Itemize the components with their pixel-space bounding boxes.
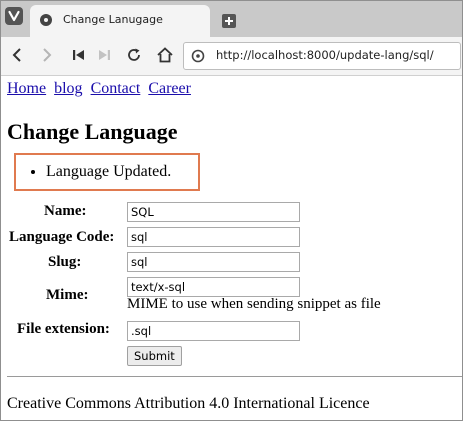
tab-strip: Change Lanugage bbox=[1, 1, 462, 37]
browser-toolbar: http://localhost:8000/update-lang/sql/ bbox=[1, 37, 462, 76]
tab-active[interactable]: Change Lanugage bbox=[30, 5, 210, 37]
rewind-icon[interactable] bbox=[69, 45, 89, 65]
submit-button[interactable]: Submit bbox=[127, 346, 182, 366]
slug-input[interactable] bbox=[127, 252, 300, 272]
vivaldi-logo-icon[interactable] bbox=[5, 7, 23, 25]
success-message: Language Updated. bbox=[46, 163, 171, 181]
globe-icon bbox=[40, 14, 52, 26]
address-bar[interactable]: http://localhost:8000/update-lang/sql/ bbox=[183, 42, 461, 70]
slug-label: Slug: bbox=[48, 254, 82, 270]
messages-highlight: Language Updated. bbox=[14, 153, 200, 191]
footer-licence: Creative Commons Attribution 4.0 Interna… bbox=[7, 395, 370, 412]
footer-divider bbox=[7, 376, 462, 377]
name-label: Name: bbox=[44, 203, 87, 219]
home-icon[interactable] bbox=[155, 45, 175, 65]
language-code-input[interactable] bbox=[127, 227, 300, 247]
forward-icon[interactable] bbox=[37, 45, 57, 65]
site-nav: Home blog Contact Career bbox=[7, 80, 191, 98]
file-extension-input[interactable] bbox=[127, 321, 300, 341]
language-code-label: Language Code: bbox=[9, 229, 115, 245]
site-info-icon[interactable] bbox=[191, 49, 205, 63]
nav-link-blog[interactable]: blog bbox=[54, 80, 82, 97]
mime-label: Mime: bbox=[46, 287, 89, 303]
back-icon[interactable] bbox=[7, 45, 27, 65]
tab-title: Change Lanugage bbox=[63, 13, 163, 26]
file-extension-label: File extension: bbox=[17, 321, 110, 337]
name-input[interactable] bbox=[127, 202, 300, 222]
nav-link-career[interactable]: Career bbox=[148, 80, 191, 97]
messages-list: Language Updated. bbox=[32, 163, 171, 181]
mime-input[interactable] bbox=[127, 277, 300, 297]
nav-link-contact[interactable]: Contact bbox=[91, 80, 141, 97]
new-tab-icon[interactable] bbox=[222, 14, 236, 28]
url-text[interactable]: http://localhost:8000/update-lang/sql/ bbox=[216, 48, 434, 62]
page-title: Change Language bbox=[7, 119, 178, 144]
browser-window: Change Lanugage http://localhost:8000/up… bbox=[0, 0, 463, 421]
mime-help-text: MIME to use when sending snippet as file bbox=[127, 296, 381, 312]
nav-link-home[interactable]: Home bbox=[7, 80, 46, 97]
page-content: Home blog Contact Career Change Language… bbox=[1, 76, 462, 420]
reload-icon[interactable] bbox=[124, 45, 144, 65]
fast-forward-icon[interactable] bbox=[94, 45, 114, 65]
